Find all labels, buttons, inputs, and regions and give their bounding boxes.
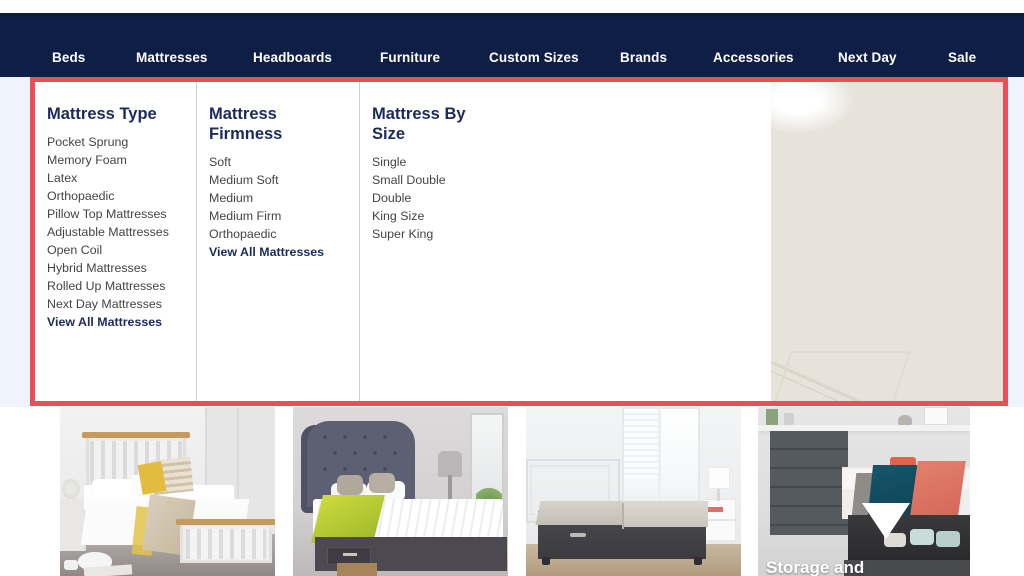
link-next-day-mattresses[interactable]: Next Day Mattresses — [47, 295, 196, 313]
storage-ottoman-bed-image — [758, 407, 970, 576]
link-king-size[interactable]: King Size — [372, 207, 773, 225]
mega-column-mattress-firmness: Mattress Firmness Soft Medium Soft Mediu… — [197, 82, 360, 401]
link-medium-firm[interactable]: Medium Firm — [209, 207, 359, 225]
tile-caption-storage-and: Storage and — [766, 558, 865, 576]
link-view-all-mattresses-type[interactable]: View All Mattresses — [47, 313, 196, 331]
nav-item-accessories[interactable]: Accessories — [713, 51, 794, 65]
category-tiles-row: Storage and — [0, 407, 1024, 576]
link-medium[interactable]: Medium — [209, 189, 359, 207]
link-orthopaedic-firmness[interactable]: Orthopaedic — [209, 225, 359, 243]
link-medium-soft[interactable]: Medium Soft — [209, 171, 359, 189]
grey-upholstered-winged-divan-bed-image — [293, 407, 508, 576]
nav-item-sale[interactable]: Sale — [948, 51, 976, 65]
nav-item-brands[interactable]: Brands — [620, 51, 667, 65]
link-memory-foam[interactable]: Memory Foam — [47, 151, 196, 169]
link-orthopaedic[interactable]: Orthopaedic — [47, 187, 196, 205]
link-rolled-up-mattresses[interactable]: Rolled Up Mattresses — [47, 277, 196, 295]
category-tile-storage-beds[interactable]: Storage and — [758, 407, 970, 576]
page-root: Beds Mattresses Headboards Furniture Cus… — [0, 0, 1024, 576]
link-adjustable-mattresses[interactable]: Adjustable Mattresses — [47, 223, 196, 241]
page-background-right-strip — [1008, 77, 1024, 407]
link-pillow-top-mattresses[interactable]: Pillow Top Mattresses — [47, 205, 196, 223]
column-title-mattress-firmness: Mattress Firmness — [209, 105, 283, 143]
grey-divan-bed-base-image — [526, 407, 741, 576]
category-tile-divan-bases[interactable] — [526, 407, 741, 576]
column-title-mattress-by-size: Mattress By Size — [372, 105, 466, 143]
category-tile-divan-beds[interactable] — [293, 407, 508, 576]
nav-item-furniture[interactable]: Furniture — [380, 51, 440, 65]
link-small-double[interactable]: Small Double — [372, 171, 773, 189]
page-background-left-strip — [0, 77, 30, 407]
category-tile-beds[interactable] — [60, 407, 275, 576]
nav-item-next-day[interactable]: Next Day — [838, 51, 897, 65]
mega-column-mattress-type: Mattress Type Pocket Sprung Memory Foam … — [35, 82, 197, 401]
quilt-border-panel — [771, 351, 911, 401]
column-title-mattress-type: Mattress Type — [47, 105, 157, 123]
nav-item-headboards[interactable]: Headboards — [253, 51, 332, 65]
link-double[interactable]: Double — [372, 189, 773, 207]
nav-item-custom-sizes[interactable]: Custom Sizes — [489, 51, 579, 65]
mattresses-mega-menu-panel: Mattress Type Pocket Sprung Memory Foam … — [30, 77, 1008, 406]
link-single[interactable]: Single — [372, 153, 773, 171]
white-wooden-bed-frame-image — [60, 407, 275, 576]
quilted-mattress-closeup-image — [771, 82, 1003, 401]
nav-item-mattresses[interactable]: Mattresses — [136, 51, 208, 65]
top-white-gap — [0, 0, 1024, 13]
link-open-coil[interactable]: Open Coil — [47, 241, 196, 259]
link-pocket-sprung[interactable]: Pocket Sprung — [47, 133, 196, 151]
main-navigation-bar: Beds Mattresses Headboards Furniture Cus… — [0, 13, 1024, 77]
mega-column-mattress-by-size: Mattress By Size Single Small Double Dou… — [360, 82, 773, 401]
link-super-king[interactable]: Super King — [372, 225, 773, 243]
link-view-all-mattresses-firmness[interactable]: View All Mattresses — [209, 243, 359, 261]
nav-item-beds[interactable]: Beds — [52, 51, 85, 65]
link-soft[interactable]: Soft — [209, 153, 359, 171]
link-hybrid-mattresses[interactable]: Hybrid Mattresses — [47, 259, 196, 277]
link-latex[interactable]: Latex — [47, 169, 196, 187]
